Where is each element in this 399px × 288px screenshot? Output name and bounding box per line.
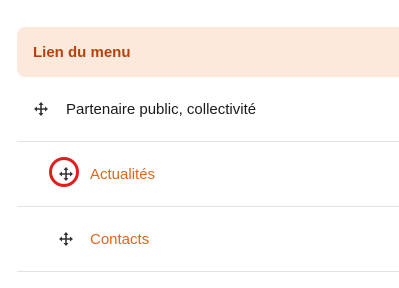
menu-item-link[interactable]: Contacts [90,231,149,248]
drag-move-icon[interactable] [57,230,75,248]
panel-header: Lien du menu [17,27,399,77]
menu-item-row: Contacts [17,207,399,272]
menu-item-link[interactable]: Actualités [90,166,155,183]
drag-move-icon[interactable] [32,100,50,118]
menu-item-row: Actualités [17,142,399,207]
panel-title: Lien du menu [33,43,131,61]
menu-item-label[interactable]: Partenaire public, collectivité [66,101,256,118]
menu-item-row: Partenaire public, collectivité [17,77,399,142]
menu-links-panel: Lien du menu Partenaire public, collecti… [17,27,399,288]
drag-move-icon[interactable] [49,157,79,187]
